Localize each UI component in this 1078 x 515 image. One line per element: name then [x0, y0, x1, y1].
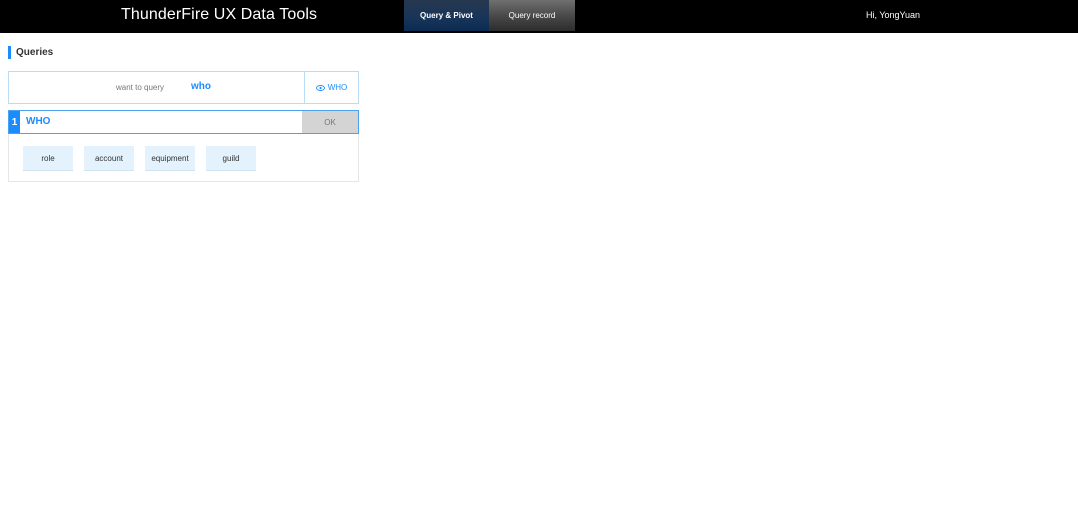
query-value[interactable]: who	[191, 81, 211, 92]
top-bar: ThunderFire UX Data Tools Query & Pivot …	[0, 0, 1078, 33]
tab-query-pivot[interactable]: Query & Pivot	[404, 0, 489, 31]
section-title: Queries	[8, 46, 53, 59]
option-role[interactable]: role	[23, 146, 73, 170]
eye-icon	[315, 84, 325, 91]
preview-button[interactable]: WHO	[304, 72, 358, 103]
preview-label: WHO	[327, 83, 348, 92]
step-title: WHO	[26, 116, 51, 127]
query-label: want to query	[116, 83, 165, 92]
option-account[interactable]: account	[84, 146, 134, 170]
step-number: 1	[9, 111, 20, 133]
option-guild[interactable]: guild	[206, 146, 256, 170]
tab-query-record[interactable]: Query record	[489, 0, 575, 31]
ok-button[interactable]: OK	[302, 111, 358, 133]
query-bar: want to query who WHO	[8, 71, 359, 104]
option-equipment[interactable]: equipment	[145, 146, 195, 170]
app-title: ThunderFire UX Data Tools	[121, 6, 318, 23]
step-header: 1 WHO OK	[8, 110, 359, 134]
user-greeting: Hi, YongYuan	[866, 10, 921, 20]
option-list: role account equipment guild	[23, 146, 267, 170]
query-step-panel: 1 WHO OK role account equipment guild	[8, 110, 359, 182]
